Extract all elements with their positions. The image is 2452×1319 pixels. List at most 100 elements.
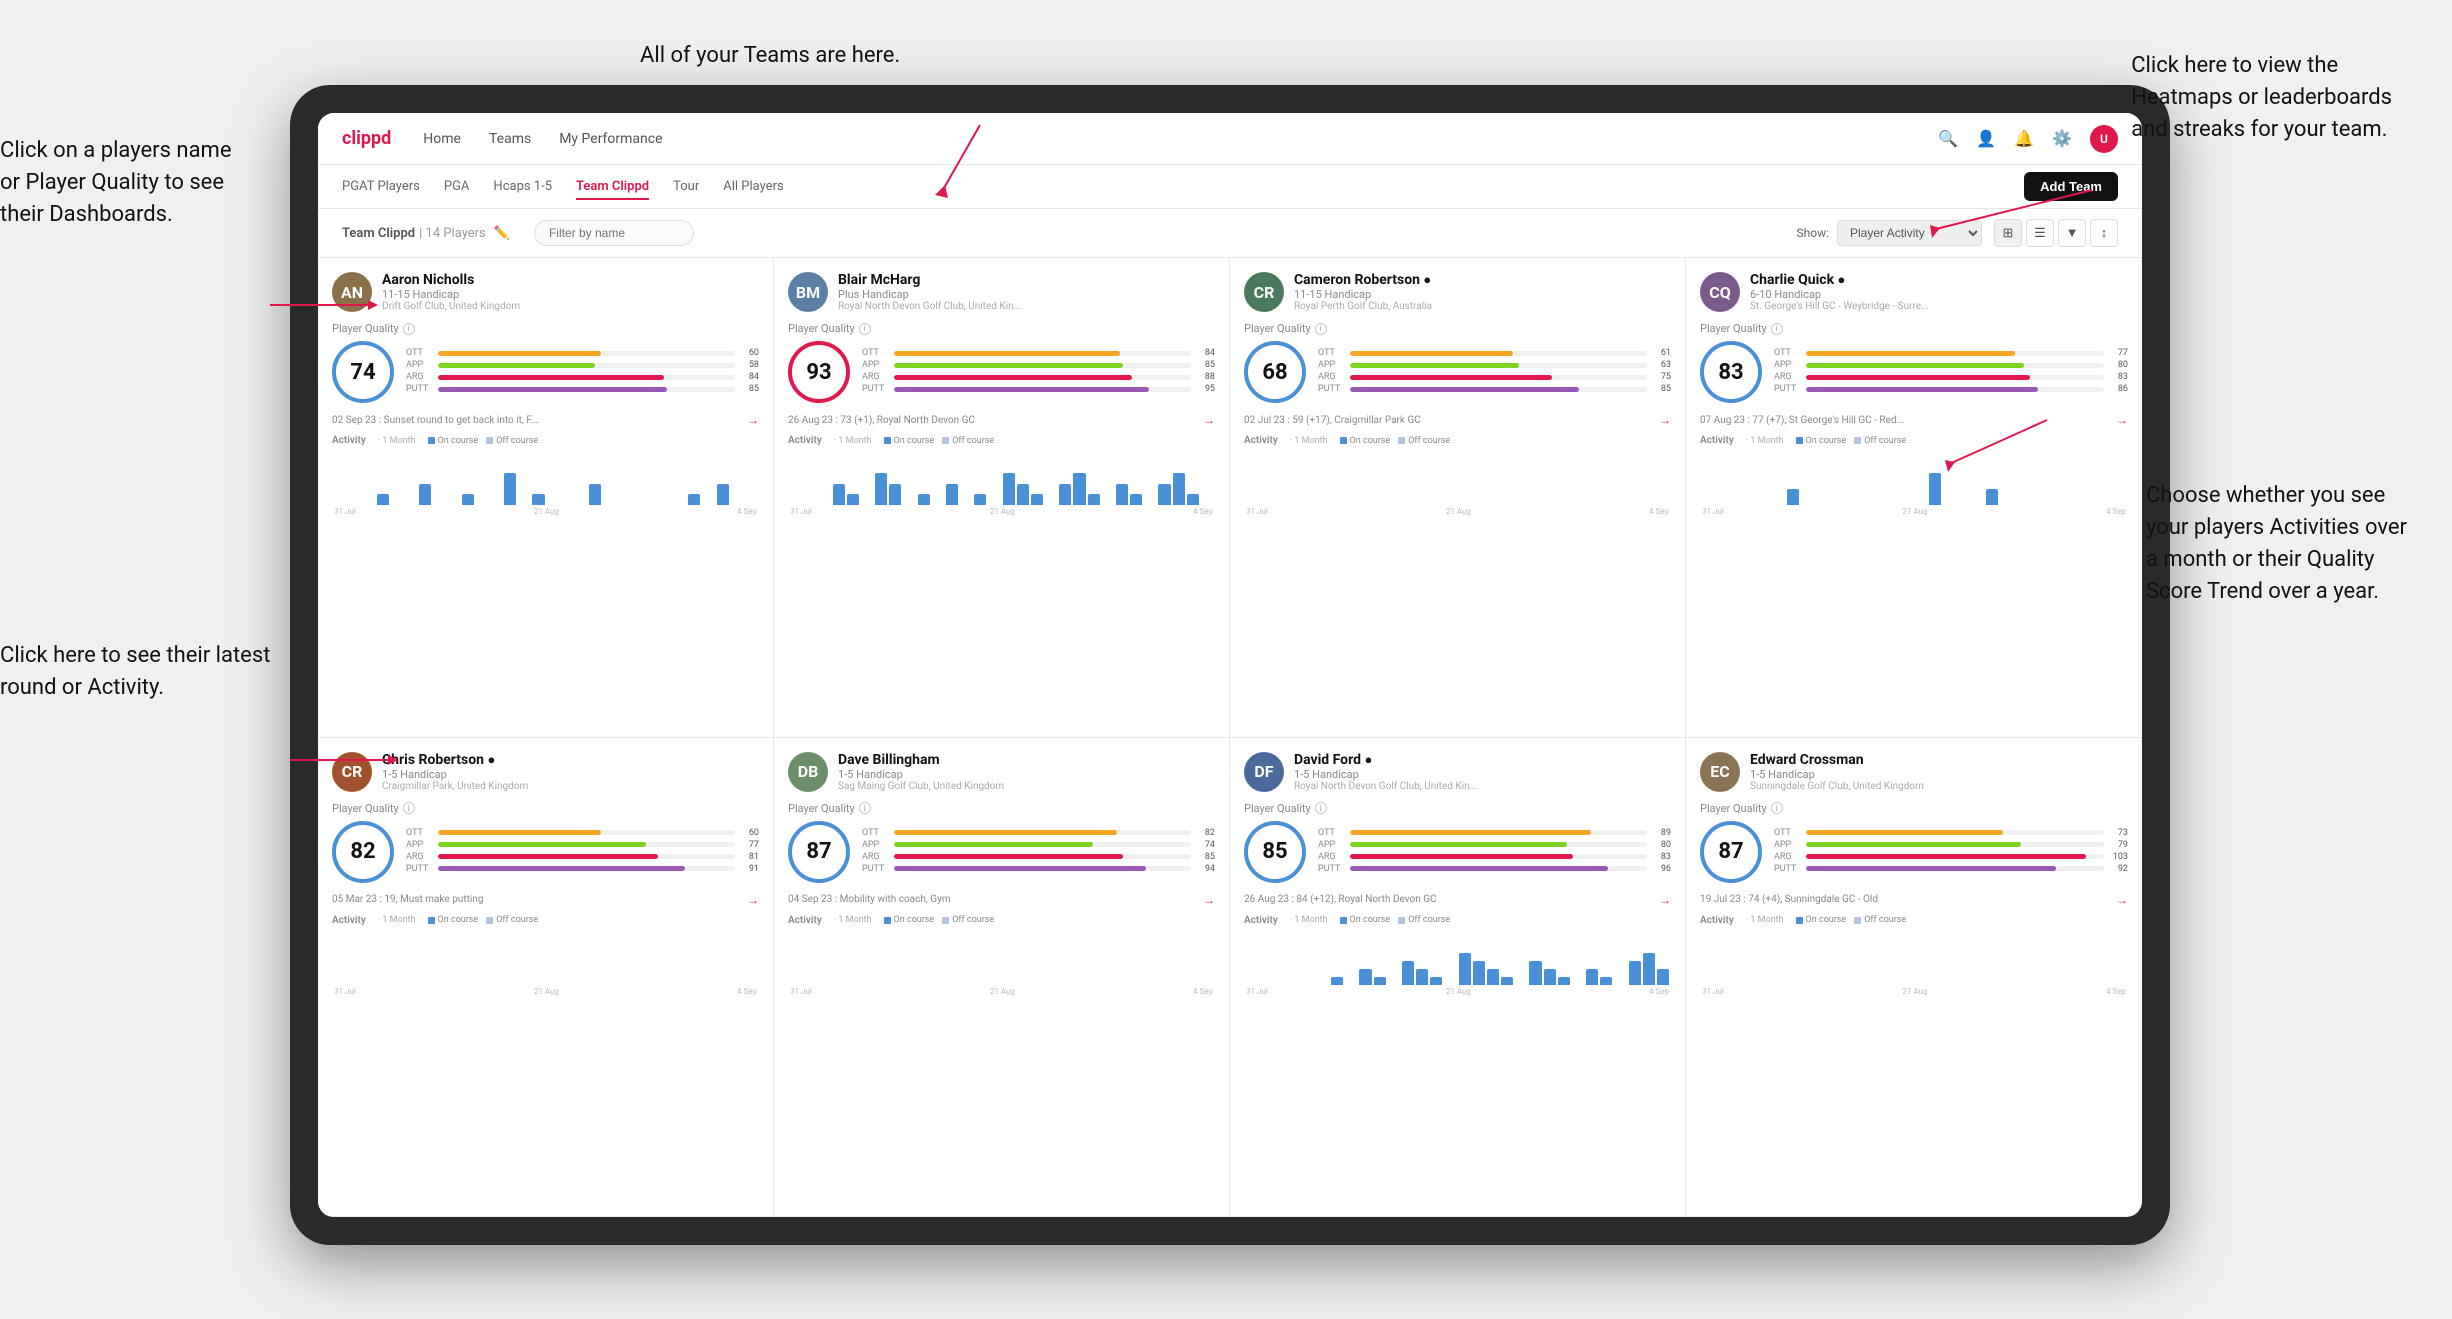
quality-info-icon[interactable]: i xyxy=(403,802,415,814)
verified-icon: ● xyxy=(1838,273,1846,288)
avatar[interactable]: U xyxy=(2090,125,2118,153)
sort-view-button[interactable]: ↕ xyxy=(2090,219,2118,247)
quality-circle[interactable]: 87 xyxy=(788,821,850,883)
quality-info-icon[interactable]: i xyxy=(1771,323,1783,335)
stat-label: PUTT xyxy=(1318,384,1346,394)
quality-info-icon[interactable]: i xyxy=(859,323,871,335)
tab-all-players[interactable]: All Players xyxy=(723,175,783,200)
stat-bar-app xyxy=(1350,363,1519,368)
player-card[interactable]: BM Blair McHarg Plus Handicap Royal Nort… xyxy=(774,258,1230,738)
player-info: Charlie Quick ● 6-10 Handicap St. George… xyxy=(1750,272,2128,312)
player-name[interactable]: Blair McHarg xyxy=(838,272,1215,288)
player-header: CQ Charlie Quick ● 6-10 Handicap St. Geo… xyxy=(1700,272,2128,312)
nav-teams[interactable]: Teams xyxy=(489,127,531,151)
chart-label-start: 31 Jul xyxy=(1702,987,1724,996)
latest-round[interactable]: 02 Jul 23 : 59 (+17), Craigmillar Park G… xyxy=(1244,413,1671,427)
tab-pga[interactable]: PGA xyxy=(444,175,470,200)
filter-input[interactable] xyxy=(534,220,694,246)
grid-view-button[interactable]: ⊞ xyxy=(1994,219,2022,247)
stat-bar-container xyxy=(438,866,735,871)
player-name[interactable]: Cameron Robertson ● xyxy=(1294,272,1671,288)
latest-round-text: 02 Sep 23 : Sunset round to get back int… xyxy=(332,415,743,426)
chart-bar-on xyxy=(1158,484,1170,505)
search-icon[interactable]: 🔍 xyxy=(1938,129,1958,148)
latest-round[interactable]: 02 Sep 23 : Sunset round to get back int… xyxy=(332,413,759,427)
latest-round[interactable]: 04 Sep 23 : Mobility with coach, Gym → xyxy=(788,893,1215,907)
stat-bar-ott xyxy=(1806,830,2003,835)
nav-home[interactable]: Home xyxy=(423,127,461,151)
activity-period: · 1 Month xyxy=(378,436,416,446)
latest-round[interactable]: 26 Aug 23 : 84 (+12), Royal North Devon … xyxy=(1244,893,1671,907)
quality-circle[interactable]: 93 xyxy=(788,341,850,403)
stat-bar-container xyxy=(1806,387,2104,392)
stat-bar-container xyxy=(1806,351,2104,356)
player-club: Drift Golf Club, United Kingdom xyxy=(382,301,759,312)
player-name[interactable]: Charlie Quick ● xyxy=(1750,272,2128,288)
chart-bar xyxy=(946,484,958,505)
chart-bar-on xyxy=(688,494,700,505)
player-card[interactable]: CR Cameron Robertson ● 11-15 Handicap Ro… xyxy=(1230,258,1686,738)
player-name[interactable]: Chris Robertson ● xyxy=(382,752,759,768)
latest-round[interactable]: 07 Aug 23 : 77 (+7), St George's Hill GC… xyxy=(1700,413,2128,427)
player-card[interactable]: AN Aaron Nicholls 11-15 Handicap Drift G… xyxy=(318,258,774,738)
player-header: EC Edward Crossman 1-5 Handicap Sunningd… xyxy=(1700,752,2128,792)
list-view-button[interactable]: ☰ xyxy=(2026,219,2054,247)
tab-tour[interactable]: Tour xyxy=(673,175,699,200)
legend-label-on: On course xyxy=(894,915,935,925)
player-name[interactable]: Edward Crossman xyxy=(1750,752,2128,768)
legend-dot-off xyxy=(1854,917,1861,924)
latest-round-text: 07 Aug 23 : 77 (+7), St George's Hill GC… xyxy=(1700,415,2112,426)
chart-label-end: 4 Sep xyxy=(1193,507,1213,516)
legend-off-course: Off course xyxy=(942,915,994,925)
quality-circle[interactable]: 68 xyxy=(1244,341,1306,403)
stat-row-ott: OTT 84 xyxy=(862,348,1215,358)
legend-off-course: Off course xyxy=(1398,436,1450,446)
stat-row-app: APP 58 xyxy=(406,360,759,370)
stat-row-app: APP 79 xyxy=(1774,840,2128,850)
bell-icon[interactable]: 🔔 xyxy=(2014,129,2034,148)
stat-label: PUTT xyxy=(1318,864,1346,874)
profile-icon[interactable]: 👤 xyxy=(1976,129,1996,148)
quality-info-icon[interactable]: i xyxy=(1771,802,1783,814)
quality-info-icon[interactable]: i xyxy=(859,802,871,814)
settings-icon[interactable]: ⚙️ xyxy=(2052,129,2072,148)
quality-circle[interactable]: 85 xyxy=(1244,821,1306,883)
quality-circle[interactable]: 83 xyxy=(1700,341,1762,403)
add-team-button[interactable]: Add Team xyxy=(2024,172,2118,201)
player-card[interactable]: EC Edward Crossman 1-5 Handicap Sunningd… xyxy=(1686,738,2142,1218)
player-card[interactable]: CQ Charlie Quick ● 6-10 Handicap St. Geo… xyxy=(1686,258,2142,738)
player-handicap: 11-15 Handicap xyxy=(1294,288,1671,301)
chart-label-start: 31 Jul xyxy=(1246,987,1268,996)
chart-bar-on xyxy=(1459,953,1471,985)
activity-section: Activity · 1 Month On course Off course xyxy=(788,915,1215,996)
show-select[interactable]: Player Activity Quality Score Trend xyxy=(1837,220,1982,246)
stat-label: PUTT xyxy=(862,384,890,394)
tab-pgat-players[interactable]: PGAT Players xyxy=(342,175,420,200)
player-header: BM Blair McHarg Plus Handicap Royal Nort… xyxy=(788,272,1215,312)
chart-bar-on xyxy=(1586,969,1598,985)
tab-hcaps[interactable]: Hcaps 1-5 xyxy=(493,175,552,200)
latest-round[interactable]: 26 Aug 23 : 73 (+1), Royal North Devon G… xyxy=(788,413,1215,427)
quality-circle[interactable]: 87 xyxy=(1700,821,1762,883)
quality-info-icon[interactable]: i xyxy=(403,323,415,335)
player-card[interactable]: DF David Ford ● 1-5 Handicap Royal North… xyxy=(1230,738,1686,1218)
quality-info-icon[interactable]: i xyxy=(1315,802,1327,814)
player-name[interactable]: David Ford ● xyxy=(1294,752,1671,768)
stat-value: 58 xyxy=(739,360,759,370)
stat-value: 80 xyxy=(2108,360,2128,370)
edit-team-icon[interactable]: ✏️ xyxy=(494,226,510,241)
chart-bar xyxy=(1529,961,1541,985)
latest-round[interactable]: 19 Jul 23 : 74 (+4), Sunningdale GC - Ol… xyxy=(1700,893,2128,907)
player-card[interactable]: DB Dave Billingham 1-5 Handicap Sag Main… xyxy=(774,738,1230,1218)
quality-circle[interactable]: 82 xyxy=(332,821,394,883)
player-name[interactable]: Dave Billingham xyxy=(838,752,1215,768)
player-card[interactable]: CR Chris Robertson ● 1-5 Handicap Craigm… xyxy=(318,738,774,1218)
nav-my-performance[interactable]: My Performance xyxy=(559,127,662,151)
quality-info-icon[interactable]: i xyxy=(1315,323,1327,335)
tab-team-clippd[interactable]: Team Clippd xyxy=(576,175,649,200)
quality-circle[interactable]: 74 xyxy=(332,341,394,403)
latest-round[interactable]: 05 Mar 23 : 19, Must make putting → xyxy=(332,893,759,907)
filter-view-button[interactable]: ▼ xyxy=(2058,219,2086,247)
chart-bar-on xyxy=(1173,473,1185,505)
player-name[interactable]: Aaron Nicholls xyxy=(382,272,759,288)
